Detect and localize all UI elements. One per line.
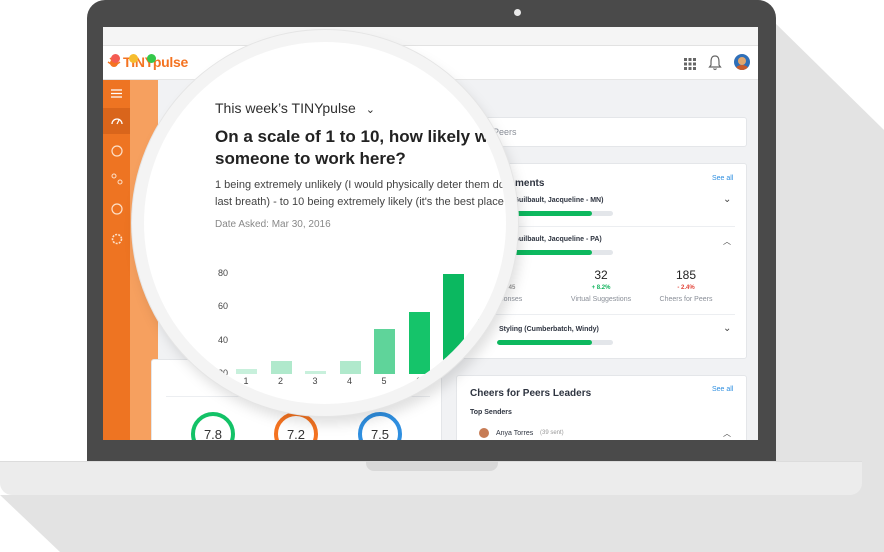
engagement-progress <box>497 340 613 345</box>
x-tick-label: 1 <box>243 376 249 386</box>
stat-caption: Cheers for Peers <box>659 296 713 303</box>
pulse-question: On a scale of 1 to 10, how likely woul s… <box>215 126 514 170</box>
progress-fill <box>497 340 593 345</box>
chart-bar <box>236 369 257 374</box>
grid-icon[interactable] <box>684 57 696 70</box>
engagement-see-all-link[interactable]: See all <box>712 175 733 182</box>
y-tick-label: 40 <box>217 334 228 345</box>
question-line: On a scale of 1 to 10, how likely woul <box>215 127 514 146</box>
window-close-dot[interactable] <box>111 54 120 63</box>
window-minimize-dot[interactable] <box>129 54 138 63</box>
y-tick-label: 60 <box>217 301 228 312</box>
sidebar <box>103 80 130 440</box>
description-line: 1 being extremely unlikely (I would phys… <box>215 179 513 191</box>
divider <box>471 314 735 315</box>
chevron-down-icon: ⌄ <box>365 104 375 116</box>
bell-icon[interactable] <box>708 55 722 71</box>
x-tick-label: 6 <box>415 376 421 386</box>
laptop-mockup: TINYpulse Peers ments See all t (Guilbau… <box>0 0 884 552</box>
magnified-content: This week’s TINYpulse ⌄ On a scale of 1 … <box>144 42 518 404</box>
stat-delta: + 8.2% <box>591 285 611 291</box>
x-tick-label: 5 <box>381 376 387 386</box>
chevron-up-icon[interactable]: ︿ <box>723 236 731 247</box>
x-tick-label: 3 <box>312 376 318 386</box>
sender-avatar <box>479 428 489 438</box>
stat-value: 32 <box>594 268 608 282</box>
sender-count: (39 sent) <box>540 430 564 436</box>
question-line: someone to work here? <box>215 149 406 168</box>
chart-bar <box>374 329 395 374</box>
laptop-notch <box>366 461 498 471</box>
chart-bar <box>305 370 326 374</box>
gear-icon[interactable] <box>103 226 130 252</box>
x-tick-label: 2 <box>277 376 283 386</box>
avatar[interactable] <box>734 54 750 70</box>
x-tick-label: 7 <box>450 376 456 386</box>
chart-bar <box>443 274 464 374</box>
engagement-title: ments <box>515 178 545 189</box>
date-asked: Date Asked: Mar 30, 2016 <box>215 219 331 230</box>
x-tick-label: 8 <box>484 376 490 386</box>
chart-bar <box>477 319 499 374</box>
camera-dot <box>514 9 521 16</box>
pulse-icon[interactable] <box>103 138 130 164</box>
stat-delta: - 2.4% <box>677 285 695 291</box>
chart-bar <box>408 312 430 374</box>
stat-caption: Virtual Suggestions <box>570 296 632 303</box>
week-selector[interactable]: This week’s TINYpulse ⌄ <box>215 100 375 116</box>
chevron-down-icon[interactable]: ⌄ <box>723 323 731 334</box>
magnifier-lens: This week’s TINYpulse ⌄ On a scale of 1 … <box>132 30 518 416</box>
menu-icon[interactable] <box>103 80 130 106</box>
top-senders-label: Top Senders <box>470 409 512 416</box>
y-tick-label: 20 <box>217 368 228 378</box>
chevron-down-icon[interactable]: ⌄ <box>723 194 731 205</box>
description-line: last breath) - to 10 being extremely lik… <box>215 196 518 208</box>
y-tick-label: 80 <box>217 268 228 278</box>
score-ring: 7.8 <box>191 412 235 440</box>
x-tick-label: 4 <box>346 376 352 386</box>
cheers-see-all-link[interactable]: See all <box>712 386 733 393</box>
engagement-row-label: t (Guilbault, Jacqueline - MN) <box>507 197 604 204</box>
people-icon[interactable] <box>103 166 130 192</box>
star-icon[interactable] <box>103 196 130 222</box>
stat-value: 185 <box>675 268 697 282</box>
chevron-up-icon[interactable]: ︿ <box>723 428 731 439</box>
engagement-row-label: Styling (Cumberbatch, Windy) <box>499 326 599 333</box>
chart-bar <box>270 360 292 374</box>
pulse-description: 1 being extremely unlikely (I would phys… <box>215 177 518 211</box>
chart-bar <box>339 360 361 374</box>
dashboard-icon[interactable] <box>103 108 130 134</box>
week-label: This week’s TINYpulse <box>215 100 356 116</box>
sender-name: Anya Torres <box>496 430 534 437</box>
